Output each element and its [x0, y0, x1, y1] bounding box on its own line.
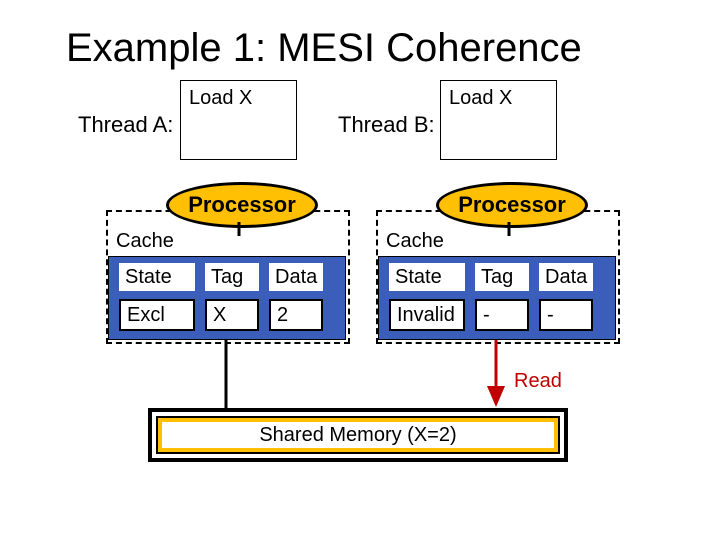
cache-a-tag: X	[205, 299, 259, 331]
cache-a-head-tag: Tag	[205, 263, 259, 291]
diagram-root: Example 1: MESI Coherence Thread A: Load…	[0, 0, 720, 540]
cache-b-table: State Tag Data Invalid - -	[378, 256, 616, 340]
thread-a-load-line-0: Load X	[181, 85, 296, 111]
cache-b-head-data: Data	[539, 263, 593, 291]
processor-b-label: Processor	[458, 192, 566, 218]
cache-b-state: Invalid	[389, 299, 465, 331]
page-title: Example 1: MESI Coherence	[66, 26, 582, 71]
cache-a-state: Excl	[119, 299, 195, 331]
cache-a-label: Cache	[116, 230, 174, 253]
cache-b-label: Cache	[386, 230, 444, 253]
processor-a-label: Processor	[188, 192, 296, 218]
cache-a-table: State Tag Data Excl X 2	[108, 256, 346, 340]
processor-b: Processor	[436, 182, 588, 228]
cache-b-head-state: State	[389, 263, 465, 291]
thread-b-label: Thread B:	[338, 112, 435, 138]
cache-b-tag: -	[475, 299, 529, 331]
cache-a-head-state: State	[119, 263, 195, 291]
thread-b-load-line-1: Load X	[441, 85, 556, 111]
cache-a-head-data: Data	[269, 263, 323, 291]
thread-a-label: Thread A:	[78, 112, 173, 138]
shared-memory: Shared Memory (X=2)	[148, 408, 568, 462]
read-label: Read	[514, 370, 562, 393]
thread-b-load-box: Load X	[440, 80, 557, 160]
cache-b-data: -	[539, 299, 593, 331]
cache-a-data: 2	[269, 299, 323, 331]
shared-memory-label: Shared Memory (X=2)	[259, 424, 456, 447]
thread-a-load-box: Load X	[180, 80, 297, 160]
processor-a: Processor	[166, 182, 318, 228]
cache-b-head-tag: Tag	[475, 263, 529, 291]
